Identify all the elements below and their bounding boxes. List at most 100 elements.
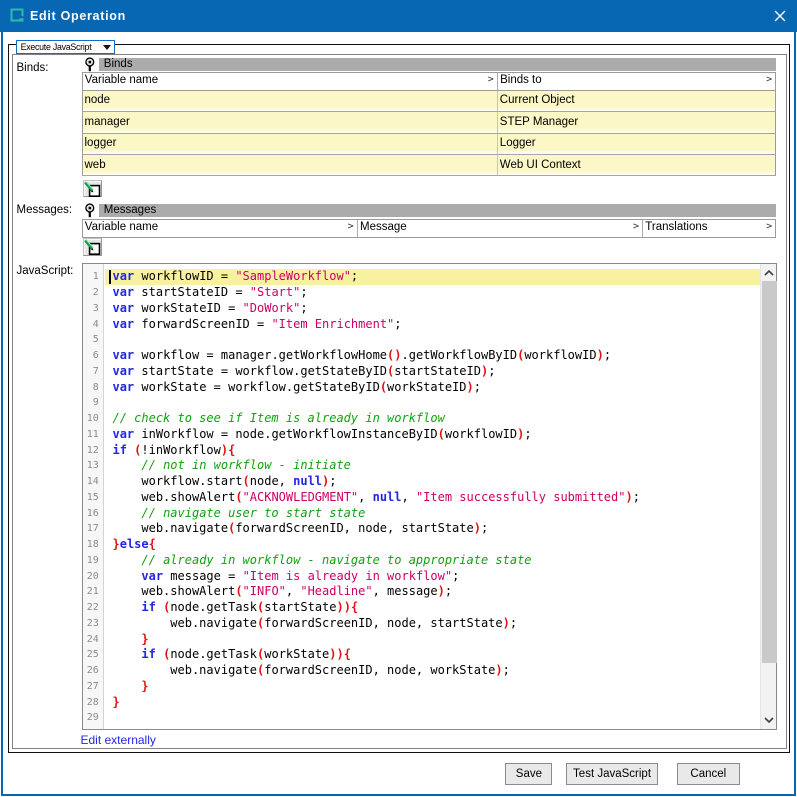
column-header[interactable]: Message > (358, 220, 643, 237)
code-line-3: var workStateID = "DoWork"; (105, 301, 760, 317)
column-header-label: Variable name (85, 221, 158, 233)
line-number: 24 (83, 632, 103, 648)
line-number: 22 (83, 600, 103, 616)
code-line-20: var message = "Item is already in workfl… (105, 569, 760, 585)
edit-operation-dialog: Edit Operation Execute JavaScript Binds:… (0, 0, 797, 797)
code-line-17: web.navigate(forwardScreenID, node, star… (105, 521, 760, 537)
code-line-12: if (!inWorkflow){ (105, 443, 760, 459)
code-line-11: var inWorkflow = node.getWorkflowInstanc… (105, 427, 760, 443)
code-line-2: var startStateID = "Start"; (105, 285, 760, 301)
line-number: 1 (83, 269, 103, 285)
text-caret (109, 270, 111, 285)
dialog-title: Edit Operation (30, 9, 126, 23)
code-line-28: } (105, 695, 760, 711)
line-number: 11 (83, 427, 103, 443)
code-line-1: var workflowID = "SampleWorkflow"; (105, 269, 760, 285)
window-border-bottom (1, 794, 796, 796)
binds-group-title: Binds (104, 58, 133, 71)
close-icon (774, 10, 786, 22)
line-number: 25 (83, 647, 103, 663)
editor-code-area[interactable]: var workflowID = "SampleWorkflow";var st… (105, 264, 760, 729)
code-line-16: // navigate user to start state (105, 506, 760, 522)
code-line-13: // not in workflow - initiate (105, 458, 760, 474)
column-sort-chevron-icon[interactable]: > (766, 221, 772, 232)
cancel-button[interactable]: Cancel (677, 763, 740, 785)
code-line-9 (105, 395, 760, 411)
line-number: 6 (83, 348, 103, 364)
edit-externally-link[interactable]: Edit externally (81, 733, 156, 747)
line-number: 15 (83, 490, 103, 506)
line-number: 29 (83, 710, 103, 726)
messages-edit-button[interactable] (83, 238, 102, 256)
line-number: 28 (83, 695, 103, 711)
editor-vertical-scrollbar[interactable] (760, 264, 776, 729)
line-number: 21 (83, 584, 103, 600)
line-number: 14 (83, 474, 103, 490)
line-number: 16 (83, 506, 103, 522)
code-line-23: web.navigate(forwardScreenID, node, star… (105, 616, 760, 632)
close-button[interactable] (766, 2, 794, 30)
window-border-left (1, 32, 3, 796)
binds-row-logger[interactable]: loggerLogger (82, 134, 776, 155)
editor-line-numbers: 1234567891011121314151617181920212223242… (83, 264, 104, 729)
line-number: 8 (83, 380, 103, 396)
javascript-editor[interactable]: 1234567891011121314151617181920212223242… (82, 263, 777, 730)
code-line-26: web.navigate(forwardScreenID, node, work… (105, 663, 760, 679)
variable-name-cell: manager (85, 116, 130, 128)
line-number: 13 (83, 458, 103, 474)
column-header-label: Binds to (500, 74, 542, 86)
test-javascript-button[interactable]: Test JavaScript (566, 763, 658, 785)
line-number: 23 (83, 616, 103, 632)
binds-pin-icon[interactable] (82, 56, 99, 72)
line-number: 10 (83, 411, 103, 427)
line-number: 17 (83, 521, 103, 537)
scrollbar-up-icon[interactable] (764, 270, 774, 276)
messages-pin-icon[interactable] (82, 203, 99, 219)
variable-name-cell: web (85, 159, 106, 171)
column-header-label: Translations (645, 221, 707, 233)
line-number: 26 (83, 663, 103, 679)
column-header[interactable]: Variable name > (83, 220, 358, 237)
line-number: 12 (83, 443, 103, 459)
column-header-label: Message (360, 221, 407, 233)
messages-label: Messages: (17, 204, 73, 216)
code-line-5 (105, 332, 760, 348)
column-header[interactable]: Variable name > (83, 73, 498, 90)
column-sort-chevron-icon[interactable]: > (766, 74, 772, 85)
column-sort-chevron-icon[interactable]: > (488, 74, 494, 85)
code-line-14: workflow.start(node, null); (105, 474, 760, 490)
code-line-6: var workflow = manager.getWorkflowHome()… (105, 348, 760, 364)
binds-to-cell: Logger (500, 137, 536, 149)
code-line-24: } (105, 632, 760, 648)
code-line-7: var startState = workflow.getStateByID(s… (105, 364, 760, 380)
column-header[interactable]: Translations > (644, 220, 776, 237)
binds-label: Binds: (17, 62, 49, 74)
binds-to-cell: Current Object (500, 94, 575, 106)
code-line-29 (105, 710, 760, 726)
column-header[interactable]: Binds to > (498, 73, 775, 90)
variable-name-cell: node (85, 94, 111, 106)
code-line-19: // already in workflow - navigate to app… (105, 553, 760, 569)
code-line-15: web.showAlert("ACKNOWLEDGMENT", null, "I… (105, 490, 760, 506)
binds-column-headers: Variable name >Binds to > (82, 72, 776, 91)
binds-to-cell: STEP Manager (500, 116, 578, 128)
binds-row-node[interactable]: node Current Object (82, 91, 776, 112)
binds-group-bar: Binds (99, 58, 776, 71)
line-number: 4 (83, 317, 103, 333)
binds-row-manager[interactable]: manager STEP Manager (82, 112, 776, 133)
code-line-27: } (105, 679, 760, 695)
save-button[interactable]: Save (505, 763, 552, 785)
code-line-4: var forwardScreenID = "Item Enrichment"; (105, 317, 760, 333)
scrollbar-thumb[interactable] (762, 281, 777, 663)
scrollbar-down-icon[interactable] (764, 717, 774, 723)
titlebar[interactable]: Edit Operation (0, 0, 797, 32)
messages-column-headers: Variable name >Message >Translations > (82, 219, 776, 238)
operation-type-select[interactable]: Execute JavaScript (16, 40, 115, 54)
column-sort-chevron-icon[interactable]: > (348, 221, 354, 232)
column-sort-chevron-icon[interactable]: > (633, 221, 639, 232)
app-icon (10, 8, 24, 22)
binds-row-web[interactable]: webWeb UI Context (82, 155, 776, 176)
binds-edit-button[interactable] (83, 180, 102, 198)
window-border-right (794, 32, 796, 796)
line-number: 7 (83, 364, 103, 380)
